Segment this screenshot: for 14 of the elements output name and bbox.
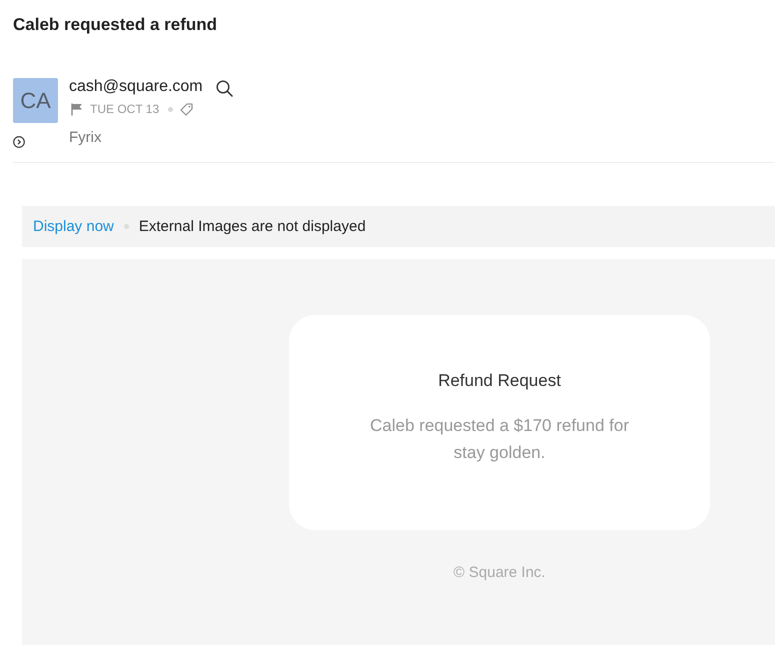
separator-dot-icon <box>168 106 174 112</box>
flag-icon[interactable] <box>71 102 83 116</box>
tag-icon[interactable] <box>180 102 194 116</box>
sender-email[interactable]: cash@square.com <box>69 78 203 96</box>
avatar: CA <box>13 78 58 123</box>
email-subject: Caleb requested a refund <box>13 14 218 36</box>
copyright-text: © Square Inc. <box>452 564 546 581</box>
date-label: TUE OCT 13 <box>90 102 160 116</box>
chevron-circle-icon[interactable] <box>13 136 25 148</box>
notice-message: External Images are not displayed <box>138 218 366 235</box>
folder-label: Fyrix <box>69 129 102 146</box>
card-heading: Refund Request <box>438 371 561 391</box>
card-text: Caleb requested a $170 refund for stay golden. <box>369 415 630 464</box>
search-icon[interactable] <box>216 80 233 96</box>
